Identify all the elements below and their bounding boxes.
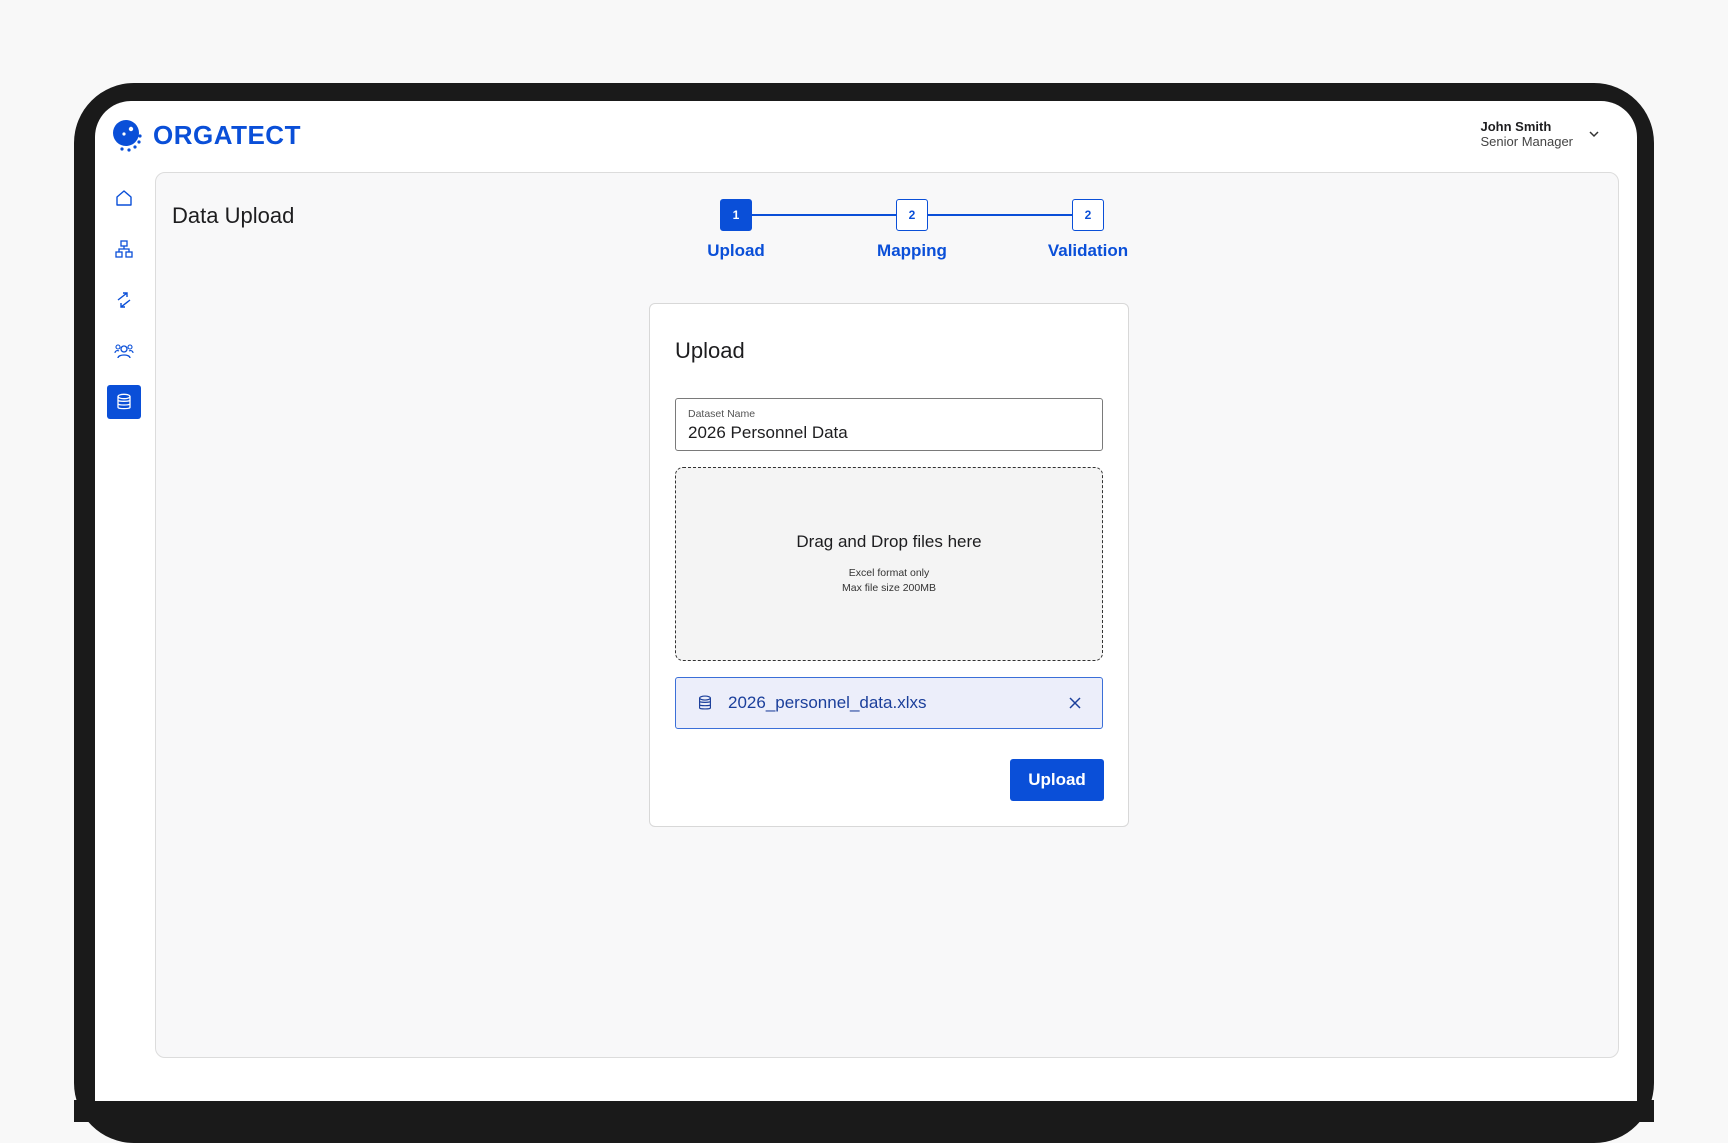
people-icon [114, 344, 134, 359]
user-name: John Smith [1480, 119, 1552, 134]
user-menu[interactable]: John Smith Senior Manager [1481, 119, 1602, 149]
upload-card: Upload Dataset Name Drag and Drop files … [649, 303, 1129, 827]
step-number: 2 [896, 199, 928, 231]
dataset-name-field[interactable]: Dataset Name [675, 398, 1103, 451]
home-icon [116, 190, 132, 206]
device-bezel-bottom [74, 1100, 1654, 1122]
logo-icon [113, 120, 142, 152]
sidebar-item-data[interactable] [107, 385, 141, 419]
dataset-name-input[interactable] [688, 423, 1090, 443]
org-chart-icon [115, 240, 133, 258]
dropzone-size-note: Max file size 200MB [842, 582, 936, 594]
database-icon [117, 393, 131, 410]
chevron-down-icon[interactable] [1587, 127, 1601, 141]
sidebar-nav [107, 181, 141, 436]
sidebar-item-people[interactable] [107, 334, 141, 368]
step-number: 2 [1072, 199, 1104, 231]
uploaded-file-chip: 2026_personnel_data.xlxs [675, 677, 1103, 729]
sidebar-item-home[interactable] [107, 181, 141, 215]
sidebar-item-transfers[interactable] [107, 283, 141, 317]
uploaded-file-name: 2026_personnel_data.xlxs [728, 693, 927, 712]
step-label: Upload [707, 241, 765, 260]
step-mapping[interactable]: 2 Mapping [852, 199, 972, 261]
close-icon [1069, 697, 1081, 709]
dropzone-note: Excel format only Max file size 200MB [676, 566, 1102, 596]
dropzone-title: Drag and Drop files here [796, 532, 982, 551]
step-label: Validation [1047, 241, 1129, 260]
user-role: Senior Manager [1480, 134, 1574, 149]
sidebar-item-org-chart[interactable] [107, 232, 141, 266]
brand-logo[interactable]: ORGATECT [111, 118, 301, 152]
file-dropzone[interactable]: Drag and Drop files here Excel format on… [675, 467, 1103, 661]
step-number: 1 [720, 199, 752, 231]
step-upload[interactable]: 1 Upload [676, 199, 796, 261]
brand-name: ORGATECT [153, 119, 301, 150]
content-panel: Data Upload 1 Upload 2 Mapping 2 Validat… [155, 172, 1619, 1058]
database-icon [699, 695, 711, 710]
step-validation[interactable]: 2 Validation [1028, 199, 1148, 261]
transfer-arrows-icon [117, 292, 131, 308]
card-title: Upload [675, 338, 745, 363]
step-label: Mapping [877, 241, 947, 260]
app-screen: ORGATECT John Smith Senior Manager Data … [95, 101, 1637, 1101]
dataset-name-label: Dataset Name [688, 408, 756, 420]
dropzone-format-note: Excel format only [848, 567, 930, 579]
remove-file-button[interactable] [1064, 692, 1086, 714]
stepper: 1 Upload 2 Mapping 2 Validation [676, 199, 1128, 269]
upload-button[interactable]: Upload [1010, 759, 1104, 801]
user-info: John Smith Senior Manager [1481, 119, 1574, 149]
page-title: Data Upload [172, 203, 295, 228]
